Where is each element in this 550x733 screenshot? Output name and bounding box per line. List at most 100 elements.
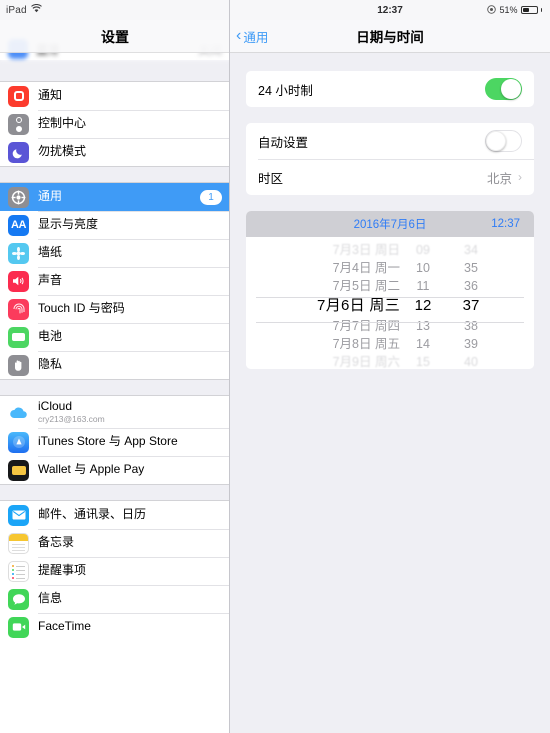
battery-percent-label: 51% — [499, 5, 518, 15]
picker-date-option-selected[interactable]: 7月6日 周三 — [317, 295, 400, 317]
sidebar-scroll-area[interactable]: 蓝牙 关闭 通知 控制中心 勿扰模式 — [0, 20, 229, 733]
picker-date-option[interactable]: 7月4日 周一 — [333, 259, 400, 277]
sidebar-item-label: 邮件、通讯录、日历 — [38, 507, 147, 522]
picker-header[interactable]: 2016年7月6日 12:37 — [246, 211, 534, 237]
mail-icon — [8, 504, 29, 526]
detail-pane: 12:37 51% ‹ 通用 日期与时间 24 小时制 自动设置 时区 北京 ›… — [230, 0, 550, 733]
toggle-knob — [501, 79, 521, 99]
touch-id-icon — [8, 298, 29, 320]
row-time-zone[interactable]: 时区 北京 › — [246, 159, 534, 195]
picker-date-option[interactable]: 7月5日 周二 — [333, 277, 400, 295]
sidebar-group-3: iCloud cry213@163.com iTunes Store 与 App… — [0, 396, 229, 484]
facetime-icon — [8, 616, 29, 638]
picker-date-option[interactable]: 7月3日 周日 — [333, 241, 400, 259]
sidebar-item-battery[interactable]: 电池 — [0, 323, 229, 351]
settings-sidebar: iPad 蓝牙 关闭 通知 — [0, 0, 230, 733]
detail-navbar: ‹ 通用 日期与时间 — [230, 20, 550, 53]
sidebar-item-notes[interactable]: 备忘录 — [0, 529, 229, 557]
sidebar-item-label: iTunes Store 与 App Store — [38, 434, 178, 449]
datetime-picker-card[interactable]: 2016年7月6日 12:37 7月3日 周日 7月4日 周一 7月5日 周二 … — [246, 211, 534, 369]
row-value: 北京 — [486, 171, 512, 186]
picker-hour-option[interactable]: 11 — [417, 277, 430, 295]
sidebar-item-itunes-app-store[interactable]: iTunes Store 与 App Store — [0, 428, 229, 456]
icloud-icon — [8, 402, 29, 423]
sidebar-item-label: 通用 — [38, 189, 63, 204]
page-title: 设置 — [101, 28, 129, 45]
group-separator — [0, 60, 229, 82]
picker-column-hour[interactable]: 09 10 11 12 13 14 15 — [402, 241, 444, 369]
sidebar-item-privacy[interactable]: 隐私 — [0, 351, 229, 379]
sidebar-item-label: FaceTime — [38, 619, 91, 634]
auto-set-toggle[interactable] — [485, 130, 522, 152]
toggle-knob — [486, 131, 506, 151]
picker-selection-band-top — [256, 297, 524, 298]
picker-date-option[interactable]: 7月8日 周五 — [333, 335, 400, 353]
picker-minute-option[interactable]: 38 — [464, 317, 478, 335]
control-center-icon — [8, 113, 29, 135]
sidebar-item-facetime[interactable]: FaceTime — [0, 613, 229, 641]
sidebar-item-general[interactable]: 通用 1 — [0, 183, 229, 211]
picker-wheels[interactable]: 7月3日 周日 7月4日 周一 7月5日 周二 7月6日 周三 7月7日 周四 … — [246, 237, 534, 369]
group-separator — [0, 166, 229, 183]
sidebar-item-label: 提醒事项 — [38, 563, 87, 578]
picker-minute-option[interactable]: 39 — [464, 335, 478, 353]
sidebar-item-do-not-disturb[interactable]: 勿扰模式 — [0, 138, 229, 166]
picker-hour-option-selected[interactable]: 12 — [415, 295, 432, 317]
sidebar-item-mail-contacts-calendars[interactable]: 邮件、通讯录、日历 — [0, 501, 229, 529]
sidebar-group-1: 通知 控制中心 勿扰模式 — [0, 82, 229, 166]
sidebar-item-notifications[interactable]: 通知 — [0, 82, 229, 110]
sidebar-item-label: 勿扰模式 — [38, 144, 87, 159]
sidebar-item-icloud[interactable]: iCloud cry213@163.com — [0, 396, 229, 428]
itunes-app-store-icon — [8, 431, 29, 453]
sidebar-item-touch-id[interactable]: Touch ID 与密码 — [0, 295, 229, 323]
status-badge: 1 — [200, 189, 222, 205]
group-separator — [0, 484, 229, 501]
hour24-card: 24 小时制 — [246, 71, 534, 107]
right-status-bar: 12:37 51% — [230, 0, 550, 20]
picker-date-option[interactable]: 7月7日 周四 — [333, 317, 400, 335]
sidebar-item-reminders[interactable]: 提醒事项 — [0, 557, 229, 585]
sidebar-item-sounds[interactable]: 声音 — [0, 267, 229, 295]
detail-content: 24 小时制 自动设置 时区 北京 › 2016年7月6日 12:37 7月3日… — [230, 53, 550, 369]
picker-minute-option[interactable]: 35 — [464, 259, 478, 277]
picker-minute-option[interactable]: 36 — [464, 277, 478, 295]
sidebar-item-wallpaper[interactable]: 墙纸 — [0, 239, 229, 267]
picker-hour-option[interactable]: 10 — [416, 259, 430, 277]
row-label: 自动设置 — [258, 135, 309, 150]
sidebar-item-messages[interactable]: 信息 — [0, 585, 229, 613]
picker-column-date[interactable]: 7月3日 周日 7月4日 周一 7月5日 周二 7月6日 周三 7月7日 周四 … — [282, 241, 402, 369]
sidebar-item-wallet-apple-pay[interactable]: Wallet 与 Apple Pay — [0, 456, 229, 484]
row-24-hour-time[interactable]: 24 小时制 — [246, 71, 534, 107]
rotation-lock-icon — [487, 4, 497, 16]
picker-date-option[interactable]: 7月9日 周六 — [333, 353, 400, 369]
picker-minute-option[interactable]: 34 — [464, 241, 478, 259]
sidebar-item-label: 隐私 — [38, 357, 63, 372]
picker-hour-option[interactable]: 14 — [416, 335, 430, 353]
ipad-settings-screen: iPad 蓝牙 关闭 通知 — [0, 0, 550, 733]
sidebar-item-label: 电池 — [38, 329, 63, 344]
battery-cap-icon — [540, 8, 542, 12]
sidebar-item-label: 显示与亮度 — [38, 217, 99, 232]
sidebar-item-label: 声音 — [38, 273, 63, 288]
sidebar-item-label: Wallet 与 Apple Pay — [38, 462, 145, 477]
sidebar-item-display-brightness[interactable]: AA 显示与亮度 — [0, 211, 229, 239]
picker-selection-band-bottom — [256, 322, 524, 323]
picker-hour-option[interactable]: 15 — [416, 353, 430, 369]
sidebar-item-label: iCloud — [38, 398, 73, 413]
chevron-right-icon: › — [518, 170, 522, 184]
hour24-toggle[interactable] — [485, 78, 522, 100]
page-title: 日期与时间 — [356, 30, 424, 45]
messages-icon — [8, 588, 29, 610]
sidebar-item-label: Touch ID 与密码 — [38, 301, 125, 316]
picker-column-minute[interactable]: 34 35 36 37 38 39 40 — [444, 241, 498, 369]
picker-minute-option[interactable]: 40 — [464, 353, 478, 369]
picker-minute-option-selected[interactable]: 37 — [463, 295, 480, 317]
sidebar-item-control-center[interactable]: 控制中心 — [0, 110, 229, 138]
picker-hour-option[interactable]: 13 — [416, 317, 430, 335]
picker-hour-option[interactable]: 09 — [416, 241, 430, 259]
device-name-label: iPad — [6, 4, 27, 16]
notifications-icon — [8, 85, 29, 107]
row-set-automatically[interactable]: 自动设置 — [246, 123, 534, 159]
sound-icon — [8, 270, 29, 292]
general-gear-icon — [8, 186, 29, 208]
